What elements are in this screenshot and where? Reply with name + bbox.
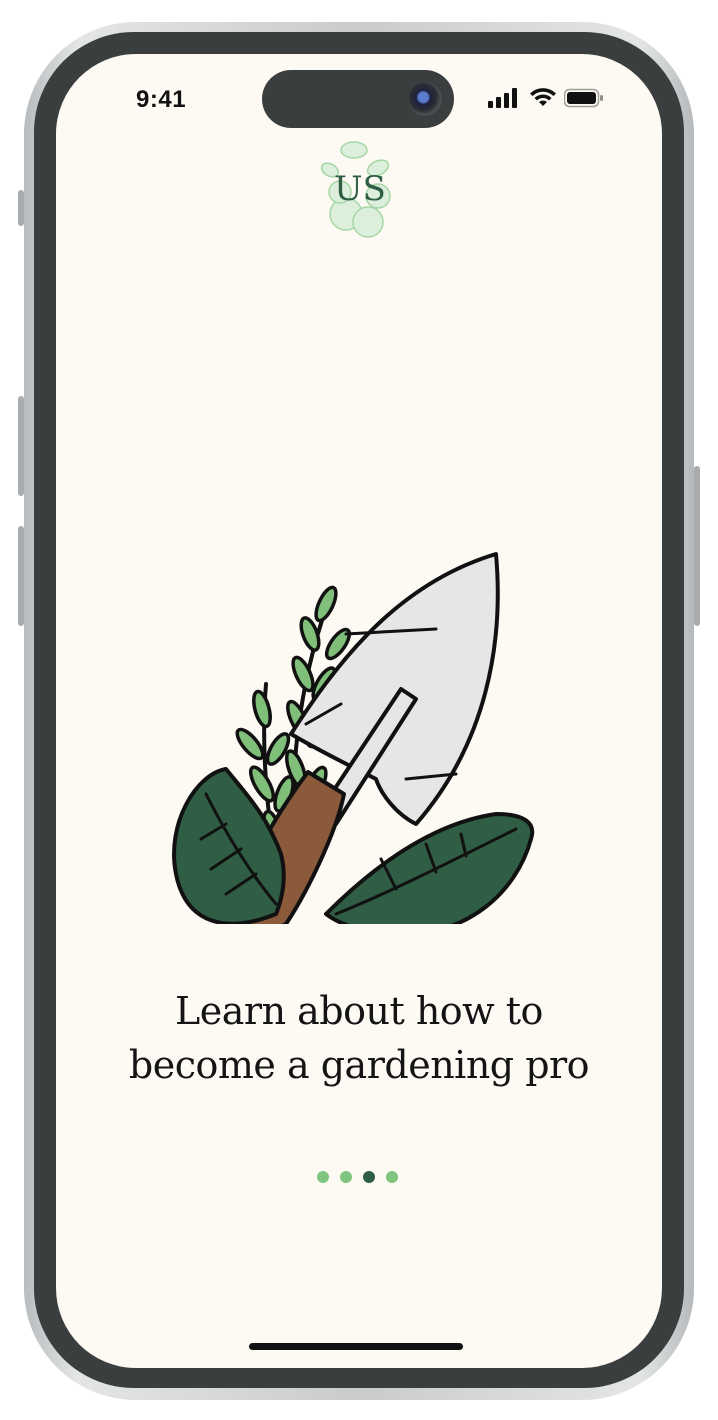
wifi-icon xyxy=(530,88,556,106)
side-button-volume-down xyxy=(18,526,24,626)
side-button-action xyxy=(18,190,24,226)
page-dot-4[interactable] xyxy=(386,1171,398,1183)
headline-line-2: become a gardening pro xyxy=(128,1043,590,1087)
camera-icon xyxy=(408,82,442,116)
page-dot-3-active[interactable] xyxy=(363,1171,375,1183)
page-dot-1[interactable] xyxy=(317,1171,329,1183)
side-button-power xyxy=(694,466,700,626)
headline-line-1: Learn about how to xyxy=(175,989,543,1033)
side-button-volume-up xyxy=(18,396,24,496)
home-indicator[interactable] xyxy=(249,1343,463,1350)
dynamic-island xyxy=(262,70,454,128)
app-screen: 9:41 US Learn about how to become a gard… xyxy=(56,54,662,1368)
page-indicator xyxy=(317,1171,398,1183)
onboarding-headline: Learn about how to become a gardening pr… xyxy=(56,984,662,1092)
status-time: 9:41 xyxy=(136,86,187,113)
logo-text: US xyxy=(334,169,386,209)
battery-icon xyxy=(564,88,603,108)
status-icons xyxy=(488,88,604,108)
page-dot-2[interactable] xyxy=(340,1171,352,1183)
garden-trowel-with-plants-icon xyxy=(172,552,535,924)
cellular-signal-icon xyxy=(488,88,517,108)
veggie-logo-icon: US xyxy=(320,141,391,238)
